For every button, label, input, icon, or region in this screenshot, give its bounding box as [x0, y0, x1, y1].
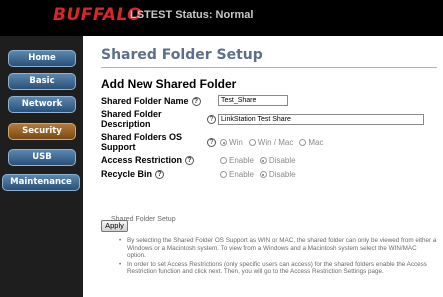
main-content: Shared Folder Setup Add New Shared Folde…	[83, 36, 443, 297]
title-divider	[101, 67, 437, 68]
access-enable-label: Enable	[229, 156, 254, 165]
recycle-enable-label: Enable	[229, 170, 254, 179]
sidebar-item-usb[interactable]: USB	[8, 149, 76, 166]
recycle-bin-radio-group: Enable Disable	[220, 170, 302, 179]
description-label: Shared Folder Description	[101, 109, 162, 129]
shared-folder-name-input[interactable]: Test_Share	[218, 95, 288, 106]
os-winmac-radio[interactable]	[248, 139, 256, 146]
name-label-text: Shared Folder Name	[101, 96, 189, 106]
access-restriction-label: Access Restriction?	[101, 155, 195, 166]
sidebar: Home Basic Network Security USB Maintena…	[0, 36, 83, 297]
os-support-label: Shared Folders OS Support	[101, 132, 182, 152]
section-title: Add New Shared Folder	[101, 77, 237, 91]
help-icon[interactable]: ?	[155, 170, 165, 180]
recycle-disable-radio[interactable]	[259, 171, 267, 178]
os-support-label-line2: Support	[101, 142, 136, 152]
help-list: By selecting the Shared Folder OS Suppor…	[119, 237, 437, 277]
access-restriction-label-text: Access Restriction	[101, 155, 183, 165]
os-mac-radio[interactable]	[299, 139, 307, 146]
description-label-line1: Shared Folder	[101, 109, 162, 119]
sidebar-item-basic[interactable]: Basic	[8, 73, 76, 90]
help-icon[interactable]: ?	[207, 138, 216, 147]
sidebar-item-security[interactable]: Security	[8, 123, 76, 140]
recycle-bin-label: Recycle Bin?	[101, 169, 165, 180]
recycle-disable-label: Disable	[268, 170, 296, 179]
help-icon[interactable]: ?	[185, 156, 195, 166]
os-support-label-line1: Shared Folders OS	[101, 132, 183, 142]
description-label-line2: Description	[101, 119, 151, 129]
help-icon[interactable]: ?	[191, 97, 201, 107]
recycle-enable-radio[interactable]	[220, 171, 227, 178]
recycle-bin-label-text: Recycle Bin	[101, 169, 153, 179]
access-disable-radio[interactable]	[259, 157, 267, 164]
status-text: LSTEST Status: Normal	[130, 9, 254, 21]
sidebar-item-network[interactable]: Network	[8, 96, 76, 113]
help-icon[interactable]: ?	[207, 115, 216, 124]
description-input[interactable]: LinkStation Test Share	[218, 114, 424, 125]
os-mac-label: Mac	[308, 138, 324, 147]
sidebar-item-maintenance[interactable]: Maintenance	[2, 174, 80, 191]
buffalo-logo: BUFFALO	[53, 5, 143, 25]
access-disable-label: Disable	[268, 156, 296, 165]
help-bullet: By selecting the Shared Folder OS Suppor…	[119, 237, 437, 260]
name-label: Shared Folder Name?	[101, 96, 201, 107]
os-winmac-label: Win / Mac	[257, 138, 294, 147]
header-bar: BUFFALO LSTEST Status: Normal	[0, 0, 443, 36]
os-support-radio-group: Win Win / Mac Mac	[220, 138, 329, 147]
access-restriction-radio-group: Enable Disable	[220, 156, 302, 165]
sidebar-item-home[interactable]: Home	[8, 50, 76, 67]
help-section-title: Shared Folder Setup	[111, 216, 176, 223]
os-win-label: Win	[229, 138, 243, 147]
help-bullet: In order to set Access Restrictions (onl…	[119, 261, 437, 276]
page-title: Shared Folder Setup	[101, 47, 263, 63]
access-enable-radio[interactable]	[220, 157, 227, 164]
os-win-radio[interactable]	[220, 139, 227, 146]
